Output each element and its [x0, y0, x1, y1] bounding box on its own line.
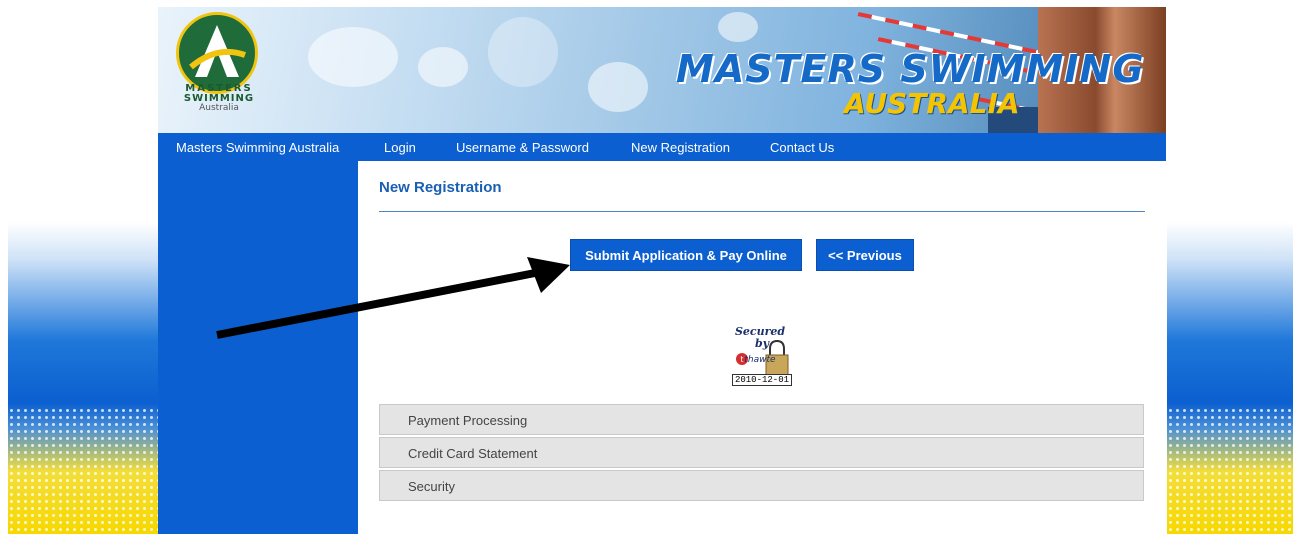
msa-logo-icon [176, 12, 258, 94]
header-banner: MASTERS SWIMMING Australia MASTERS SWIMM… [158, 7, 1166, 133]
nav-item-new-registration[interactable]: New Registration [631, 140, 730, 155]
right-decorative-panel [1167, 222, 1293, 534]
brand-subtitle: AUSTRALIA [844, 87, 1020, 120]
left-decorative-panel [8, 222, 158, 534]
nav-item-login[interactable]: Login [384, 140, 416, 155]
main-content: New Registration Submit Application & Pa… [358, 161, 1166, 534]
page-title: New Registration [379, 179, 502, 196]
seal-date: 2010-12-01 [732, 374, 792, 386]
section-payment-processing[interactable]: Payment Processing [379, 404, 1144, 435]
section-credit-card-statement[interactable]: Credit Card Statement [379, 437, 1144, 468]
title-divider [379, 211, 1145, 212]
brand-title: MASTERS SWIMMING [676, 47, 1145, 91]
svg-text:t: t [740, 355, 743, 364]
left-sidebar [158, 161, 358, 534]
top-nav: Masters Swimming Australia Login Usernam… [158, 133, 1166, 161]
dot-pattern [1167, 407, 1293, 534]
submit-pay-online-button[interactable]: Submit Application & Pay Online [570, 239, 802, 271]
dot-pattern [8, 407, 158, 534]
previous-button[interactable]: << Previous [816, 239, 914, 271]
nav-item-home[interactable]: Masters Swimming Australia [176, 140, 339, 155]
nav-item-username-password[interactable]: Username & Password [456, 140, 589, 155]
seal-brand-text: thawte [744, 355, 776, 365]
seal-by-text: by [755, 337, 771, 350]
section-security[interactable]: Security [379, 470, 1144, 501]
logo-text: MASTERS SWIMMING Australia [183, 83, 255, 113]
annotation-arrow-icon [216, 257, 570, 339]
nav-item-contact-us[interactable]: Contact Us [770, 140, 834, 155]
